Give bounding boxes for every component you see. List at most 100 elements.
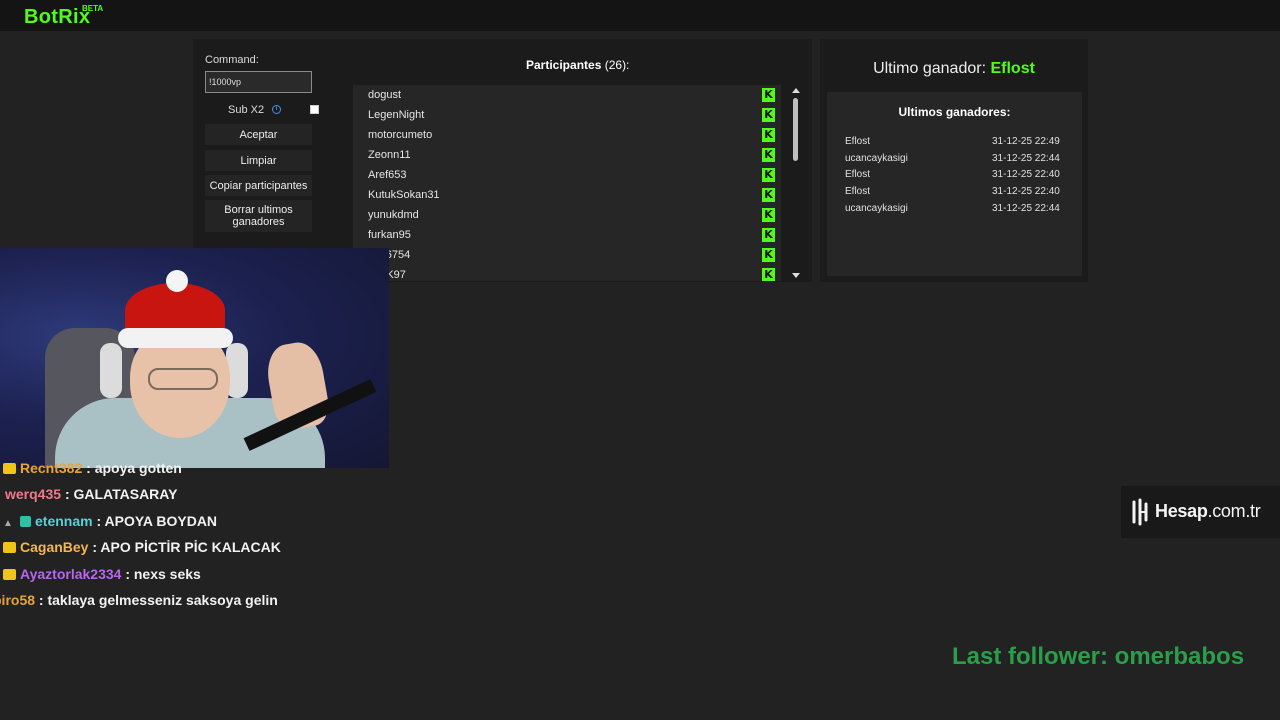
- winner-name: Eflost: [845, 136, 871, 147]
- participant-name: KutukSokan31: [368, 189, 440, 201]
- chat-text: : APOYA BOYDAN: [96, 513, 218, 529]
- participant-name: LegenNight: [368, 109, 425, 121]
- winner-row: Eflost 31-12-25 22:40: [827, 186, 1082, 202]
- subscriber-icon: [20, 516, 31, 527]
- delete-winners-button[interactable]: Borrar ultimos ganadores: [205, 200, 312, 232]
- scroll-down-icon[interactable]: [792, 273, 800, 278]
- winner-date: 31-12-25 22:49: [992, 136, 1060, 147]
- kick-icon: K: [762, 128, 775, 142]
- kick-icon: K: [762, 188, 775, 202]
- kick-icon: K: [762, 248, 775, 262]
- sub-x2-label: Sub X2: [228, 104, 265, 116]
- accept-button[interactable]: Aceptar: [205, 124, 312, 145]
- crown-icon: [3, 569, 16, 580]
- chat-message: biro58 : taklaya gelmesseniz saksoya gel…: [0, 592, 413, 614]
- chat-message: werq435 : GALATASARAY: [0, 486, 420, 508]
- kick-icon: K: [762, 268, 775, 281]
- list-item[interactable]: Aref653 K: [353, 165, 781, 185]
- last-winner-label: Ultimo ganador:: [873, 60, 987, 77]
- chat-username: CaganBey: [20, 539, 89, 555]
- info-icon[interactable]: i: [272, 105, 281, 114]
- last-winner-name: Eflost: [990, 60, 1035, 77]
- top-bar: BotRix BETA: [0, 0, 1280, 31]
- chat-message: Ayaztorlak2334 : nexs seks: [0, 566, 420, 588]
- list-item[interactable]: VINK97K: [353, 265, 781, 281]
- chat-text: : APO PİCTİR PİC KALACAK: [92, 539, 281, 555]
- winner-date: 31-12-25 22:44: [992, 153, 1060, 164]
- chat-username: etennam: [35, 513, 93, 529]
- chat-username: Recnt382: [20, 460, 83, 476]
- winner-row: Eflost 31-12-25 22:49: [827, 136, 1082, 152]
- command-input[interactable]: [205, 71, 312, 93]
- kick-icon: K: [762, 148, 775, 162]
- hesap-logo-icon: [1132, 498, 1148, 526]
- kick-icon: K: [762, 88, 775, 102]
- winner-name: Eflost: [845, 186, 871, 197]
- crown-icon: [3, 542, 16, 553]
- winners-list-title: Ultimos ganadores:: [898, 105, 1011, 119]
- copy-participants-button[interactable]: Copiar participantes: [205, 175, 312, 196]
- participants-list[interactable]: dogust K LegenNight K motorcumeto K Zeonn11…: [353, 85, 781, 281]
- sponsor-bold: Hesap: [1155, 501, 1208, 521]
- beta-badge: BETA: [82, 4, 104, 13]
- participant-name: yunukdmd: [368, 209, 419, 221]
- participants-title: Participantes (26):: [526, 58, 629, 72]
- participants-scrollbar[interactable]: [791, 85, 801, 281]
- winner-row: ucancaykasigi 31-12-25 22:44: [827, 153, 1082, 169]
- kick-icon: K: [762, 228, 775, 242]
- raffle-panel: Command: Sub X2 i Aceptar Limpiar Copiar…: [193, 39, 812, 282]
- participants-count: (26):: [604, 58, 630, 72]
- webcam-feed: [0, 248, 389, 468]
- santa-hat-pom: [166, 270, 188, 292]
- kick-icon: K: [762, 168, 775, 182]
- list-item[interactable]: LegenNight K: [353, 105, 781, 125]
- winner-name: ucancaykasigi: [845, 203, 908, 214]
- winner-date: 31-12-25 22:44: [992, 203, 1060, 214]
- list-item[interactable]: yunukdmd K: [353, 205, 781, 225]
- botrix-logo[interactable]: BotRix: [24, 6, 90, 29]
- clear-button[interactable]: Limpiar: [205, 150, 312, 171]
- participant-name: motorcumeto: [368, 129, 433, 141]
- list-item[interactable]: dogust K: [353, 85, 781, 105]
- chat-message: ▲ etennam : APOYA BOYDAN: [0, 513, 420, 535]
- command-label: Command:: [205, 54, 259, 66]
- winner-row: ucancaykasigi 31-12-25 22:44: [827, 203, 1082, 219]
- chat-text: : nexs seks: [125, 566, 201, 582]
- kick-icon: K: [762, 208, 775, 222]
- list-item[interactable]: k676754 K: [353, 245, 781, 265]
- list-item[interactable]: Zeonn11 K: [353, 145, 781, 165]
- chat-message: Recnt382 : apoya gotten: [0, 460, 420, 482]
- chat-username: biro58: [0, 592, 36, 608]
- chat-text: : taklaya gelmesseniz saksoya gelin: [38, 592, 278, 608]
- winner-name: Eflost: [845, 169, 871, 180]
- scroll-up-icon[interactable]: [792, 88, 800, 93]
- winner-name: ucancaykasigi: [845, 153, 908, 164]
- winner-row: Eflost 31-12-25 22:40: [827, 169, 1082, 185]
- kick-icon: K: [762, 108, 775, 122]
- list-item[interactable]: motorcumeto K: [353, 125, 781, 145]
- sponsor-text: Hesap.com.tr: [1155, 501, 1261, 522]
- sub-x2-checkbox[interactable]: [310, 105, 319, 114]
- crown-icon: [3, 463, 16, 474]
- winner-date: 31-12-25 22:40: [992, 186, 1060, 197]
- participant-name: Aref653: [368, 169, 407, 181]
- santa-hat-rim: [118, 328, 233, 348]
- chat-text: : GALATASARAY: [64, 486, 178, 502]
- triangle-icon: ▲: [3, 518, 13, 529]
- chat-username: werq435: [5, 486, 62, 502]
- participant-name: furkan95: [368, 229, 411, 241]
- list-item[interactable]: KutukSokan31 K: [353, 185, 781, 205]
- chat-text: : apoya gotten: [86, 460, 182, 476]
- chat-message: CaganBey : APO PİCTİR PİC KALACAK: [0, 539, 420, 561]
- last-follower-text: Last follower: omerbabos: [952, 643, 1245, 670]
- last-winner-heading: Ultimo ganador: Eflost: [820, 60, 1088, 78]
- chat-username: Ayaztorlak2334: [20, 566, 122, 582]
- participant-name: dogust: [368, 89, 402, 101]
- list-item[interactable]: furkan95 K: [353, 225, 781, 245]
- sponsor-light: .com.tr: [1207, 501, 1261, 521]
- scroll-thumb[interactable]: [793, 98, 798, 161]
- winner-date: 31-12-25 22:40: [992, 169, 1060, 180]
- glasses: [148, 368, 218, 390]
- participant-name: Zeonn11: [368, 149, 411, 161]
- winners-list: Ultimos ganadores: Eflost 31-12-25 22:49 …: [827, 92, 1082, 276]
